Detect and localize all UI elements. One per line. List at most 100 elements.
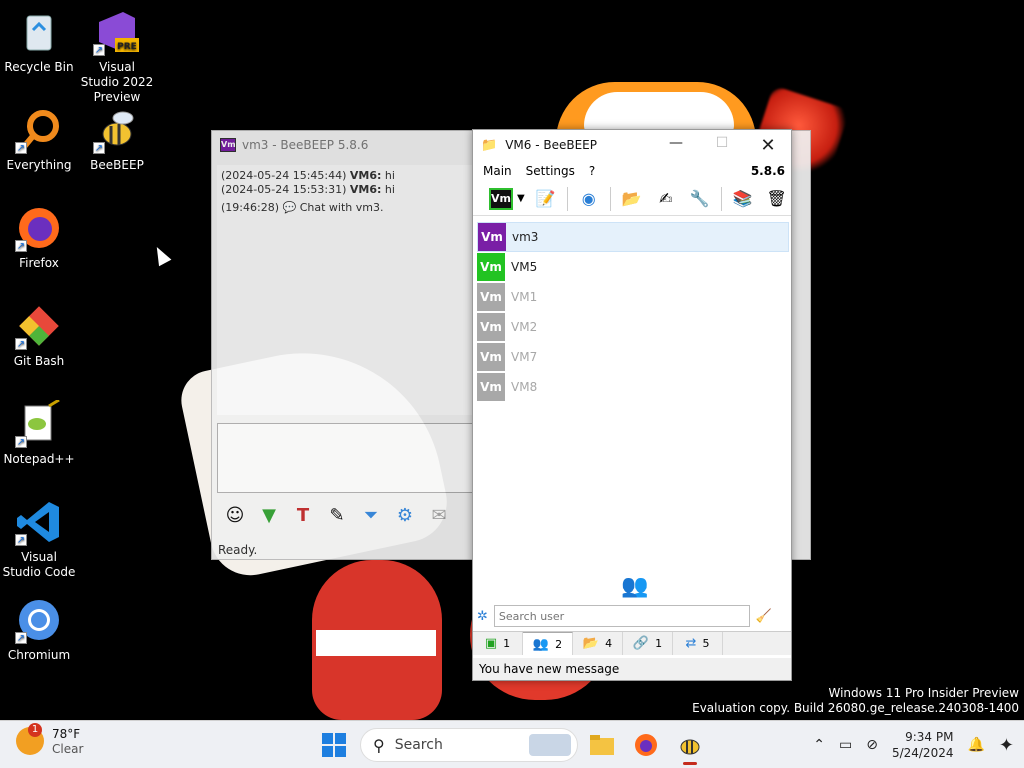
desktop-icon-label: Visual Studio 2022 Preview — [80, 60, 154, 104]
firefox-taskbar-icon[interactable] — [630, 729, 662, 761]
shortcut-arrow-icon: ↗ — [15, 632, 27, 644]
windows-logo-tile — [322, 746, 333, 757]
taskbar: 1 78°F Clear ⚲ Search ⌃ ▭ ⊘ 9:34 PM 5/24… — [0, 720, 1024, 768]
weather-widget[interactable]: 1 78°F Clear — [16, 723, 83, 757]
visual-studio-preview-icon: PRE ↗ — [93, 8, 141, 56]
tab-users[interactable]: ▣ 1 — [473, 632, 523, 655]
files-icon: ⇄ — [685, 636, 697, 651]
tab-chats[interactable]: 👥 2 — [523, 632, 573, 655]
desktop-icon-notepad-plus-plus[interactable]: ↗ Notepad++ — [1, 398, 77, 467]
bottom-tabs: ▣ 1 👥 2 📂 4 🔗 1 ⇄ 5 — [473, 631, 791, 655]
shortcut-arrow-icon: ↗ — [15, 338, 27, 350]
user-status-button[interactable]: Vm ▼ — [489, 187, 525, 210]
folder-share-icon[interactable]: 📂 — [619, 186, 645, 212]
wallpaper-mascot-stripe — [316, 630, 436, 656]
user-list-item-vm2[interactable]: Vm VM2 — [477, 312, 789, 342]
search-user-input[interactable] — [493, 605, 750, 627]
bookmark-icon[interactable]: 📚 — [730, 186, 756, 212]
trash-icon[interactable]: 🗑 — [764, 186, 790, 212]
desktop-icon-firefox[interactable]: ↗ Firefox — [1, 204, 77, 271]
font-icon[interactable]: T — [290, 503, 316, 529]
write-message-icon[interactable]: ✍ — [653, 186, 679, 212]
desktop-icon-visual-studio-preview[interactable]: PRE ↗ Visual Studio 2022 Preview — [79, 8, 155, 105]
color-pen-icon[interactable]: ✎ — [324, 503, 350, 529]
desktop-icon-label: Visual Studio Code — [2, 550, 76, 579]
user-list-item-vm7[interactable]: Vm VM7 — [477, 342, 789, 372]
copilot-icon[interactable]: ✦ — [999, 735, 1014, 756]
chats-icon: 👥 — [532, 636, 550, 652]
search-highlight-image — [529, 734, 571, 756]
weather-temp: 78°F — [52, 727, 81, 741]
user-list-item-vm8[interactable]: Vm VM8 — [477, 372, 789, 402]
menu-settings[interactable]: Settings — [526, 164, 575, 178]
desktop-icon-beebeep[interactable]: ↗ BeeBEEP — [79, 106, 155, 173]
emoticon-icon[interactable]: ☺ — [222, 503, 248, 529]
user-name: VM8 — [511, 380, 538, 394]
chat-toolbar: ☺ ▼ T ✎ ⏷ ⚙ ✉ — [222, 503, 452, 529]
desktop-icon-label: Notepad++ — [3, 452, 75, 466]
maximize-button[interactable]: ☐ — [699, 135, 745, 156]
filter-icon[interactable]: ⏷ — [358, 503, 384, 529]
clear-search-broom-icon[interactable]: 🧹 — [756, 609, 772, 624]
everything-search-icon: ↗ — [15, 106, 63, 154]
chat-log[interactable]: (2024-05-24 15:45:44) VM6: hi (2024-05-2… — [217, 165, 473, 415]
file-explorer-icon[interactable] — [586, 729, 618, 761]
settings-gear-icon[interactable]: ⚙ — [392, 503, 418, 529]
edit-profile-icon[interactable]: 📝 — [533, 186, 559, 212]
user-list-item-vm3[interactable]: Vm vm3 — [477, 222, 789, 252]
user-avatar-badge: Vm — [478, 223, 506, 251]
network-icon: 🔗 — [632, 636, 650, 651]
minimize-button[interactable]: — — [653, 135, 699, 156]
user-avatar-badge: Vm — [477, 343, 505, 371]
display-icon[interactable]: ▭ — [839, 737, 852, 753]
network-status-icon[interactable]: ⊘ — [866, 737, 878, 753]
desktop-icon-recycle-bin[interactable]: Recycle Bin — [1, 8, 77, 75]
show-hidden-icons-chevron-icon[interactable]: ⌃ — [813, 737, 825, 753]
toolbar-separator — [566, 186, 568, 211]
tab-files[interactable]: ⇄ 5 — [673, 632, 723, 655]
notification-badge: 1 — [28, 723, 42, 737]
beebeep-main-window[interactable]: 📁 VM6 - BeeBEEP — ☐ ✕ Main Settings ? 5.… — [472, 129, 792, 681]
taskbar-search-label: Search — [394, 737, 443, 753]
desktop-icon-label: Firefox — [19, 256, 59, 270]
desktop-icon-everything[interactable]: ↗ Everything — [1, 106, 77, 173]
pre-badge: PRE — [117, 42, 137, 52]
system-tray: ⌃ ▭ ⊘ 9:34 PM 5/24/2024 🔔 ✦ — [813, 721, 1024, 768]
desktop-icon-label: Everything — [6, 158, 72, 172]
user-list-item-vm5[interactable]: Vm VM5 — [477, 252, 789, 282]
chat-window-title: vm3 - BeeBEEP 5.8.6 — [242, 138, 369, 152]
tools-icon[interactable]: 🔧 — [687, 186, 713, 212]
tab-groups[interactable]: 📂 4 — [573, 632, 623, 655]
notification-bell-icon[interactable]: 🔔 — [967, 737, 984, 753]
clock[interactable]: 9:34 PM 5/24/2024 — [892, 729, 954, 761]
menu-help[interactable]: ? — [589, 164, 595, 178]
refresh-icon[interactable]: ✲ — [477, 609, 488, 624]
search-row: ✲ 🧹 — [477, 603, 789, 629]
desktop-icon-label: Recycle Bin — [4, 60, 74, 74]
close-button[interactable]: ✕ — [745, 135, 791, 156]
shortcut-arrow-icon: ↗ — [15, 240, 27, 252]
desktop-icon-chromium[interactable]: ↗ Chromium — [1, 596, 77, 663]
shortcut-arrow-icon: ↗ — [93, 44, 105, 56]
desktop-icon-git-bash[interactable]: ↗ Git Bash — [1, 302, 77, 369]
beebeep-icon: ↗ — [93, 106, 141, 154]
start-button[interactable] — [322, 733, 346, 757]
shortcut-arrow-icon: ↗ — [15, 436, 27, 448]
taskbar-search-box[interactable]: ⚲ Search — [360, 728, 578, 762]
chat-input-box[interactable] — [217, 423, 473, 493]
network-broadcast-icon[interactable]: ◉ — [576, 186, 602, 212]
user-list-item-vm1[interactable]: Vm VM1 — [477, 282, 789, 312]
git-bash-icon: ↗ — [15, 302, 63, 350]
tab-network[interactable]: 🔗 1 — [623, 632, 673, 655]
user-avatar-badge: Vm — [477, 253, 505, 281]
chat-message: (19:46:28) 💬 Chat with vm3. — [221, 201, 384, 214]
send-message-icon[interactable]: ✉ — [426, 503, 452, 529]
user-name: VM5 — [511, 260, 538, 274]
send-arrow-icon[interactable]: ▼ — [256, 503, 282, 529]
menu-main[interactable]: Main — [483, 164, 512, 178]
beebeep-taskbar-icon[interactable] — [674, 729, 706, 765]
main-window-titlebar[interactable]: 📁 VM6 - BeeBEEP — ☐ ✕ — [473, 130, 791, 160]
desktop-icon-vscode[interactable]: ↗ Visual Studio Code — [1, 498, 77, 580]
watermark-line: Evaluation copy. Build 26080.ge_release.… — [692, 701, 1019, 715]
shortcut-arrow-icon: ↗ — [15, 142, 27, 154]
